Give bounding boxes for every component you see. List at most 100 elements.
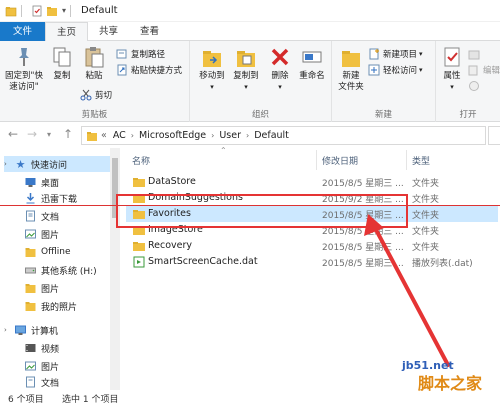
- rename-icon: [302, 51, 322, 63]
- nav-item-quick-access[interactable]: › ★ 快速访问: [4, 156, 114, 172]
- open-icon: [468, 50, 480, 60]
- tab-view[interactable]: 查看: [129, 22, 170, 41]
- open-group-label: 打开: [459, 110, 477, 120]
- nav-item-other-system-h[interactable]: 其他系统 (H:): [24, 262, 120, 278]
- chevron-down-icon: ▾: [210, 83, 214, 91]
- column-header-name[interactable]: 名称: [132, 154, 150, 167]
- address-bar[interactable]: « AC › MicrosoftEdge › User › Default: [81, 126, 486, 145]
- nav-item-label: Offline: [41, 247, 71, 257]
- pictures-icon: [25, 229, 36, 239]
- new-item-icon: [369, 48, 379, 60]
- nav-item-my-photos[interactable]: 我的照片: [24, 298, 120, 314]
- nav-item-label: 迅雷下载: [41, 194, 78, 205]
- nav-item-label: 计算机: [31, 326, 59, 337]
- nav-item-computer-documents[interactable]: 文档: [24, 374, 120, 390]
- cut-label: 剪切: [95, 91, 113, 101]
- tab-share[interactable]: 共享: [88, 22, 129, 41]
- breadcrumb-user[interactable]: User: [219, 130, 241, 141]
- tab-home[interactable]: 主页: [45, 22, 89, 42]
- file-type: 文件夹: [412, 195, 440, 205]
- nav-item-offline[interactable]: Offline: [24, 244, 120, 260]
- selected-count: 选中 1 个项目: [62, 395, 119, 405]
- star-icon: ★: [15, 157, 26, 171]
- breadcrumb-microsoftedge[interactable]: MicrosoftEdge: [139, 130, 206, 141]
- up-arrow-icon[interactable]: ↑: [63, 127, 73, 141]
- new-folder-label-2: 文件夹: [338, 82, 364, 92]
- search-box[interactable]: [488, 126, 500, 145]
- expand-arrow-icon[interactable]: ›: [4, 160, 14, 168]
- folder-icon: [25, 248, 36, 257]
- qat-dropdown-icon[interactable]: ▾: [62, 6, 66, 15]
- properties-button[interactable]: 属性 ▾: [438, 45, 466, 93]
- nav-item-pictures-folder[interactable]: 图片: [24, 280, 120, 296]
- sort-caret-icon: ⌃: [220, 146, 227, 155]
- file-date: 2015/8/5 星期三 ...: [322, 179, 404, 189]
- paste-shortcut-button[interactable]: 粘贴快捷方式: [116, 63, 182, 77]
- copy-button[interactable]: 复制: [48, 45, 76, 82]
- document-icon: [26, 376, 35, 388]
- breadcrumb-default[interactable]: Default: [254, 130, 289, 141]
- new-folder-button[interactable]: 新建 文件夹: [336, 45, 366, 93]
- desktop-icon: [25, 178, 36, 187]
- ribbon-tabs: 文件 主页 共享 查看: [0, 22, 500, 42]
- item-count: 6 个项目: [8, 395, 44, 405]
- nav-item-xunlei-download[interactable]: 迅雷下载 📌: [24, 190, 120, 206]
- organize-group: 移动到 ▾ 复制到 ▾ 删除 ▾ 重命名 组织: [190, 41, 332, 122]
- chevron-down-icon: ▾: [419, 50, 423, 58]
- file-type: 文件夹: [412, 179, 440, 189]
- table-row[interactable]: Recovery 2015/8/5 星期三 ... 文件夹: [126, 238, 498, 254]
- properties-icon: [444, 47, 460, 67]
- column-header-date[interactable]: 修改日期: [322, 154, 358, 167]
- column-divider[interactable]: [406, 150, 407, 170]
- cut-button[interactable]: 剪切: [80, 88, 112, 102]
- dat-file-icon: [133, 256, 145, 268]
- expand-arrow-icon[interactable]: ›: [4, 326, 14, 334]
- nav-item-videos[interactable]: 视频: [24, 340, 120, 356]
- breadcrumb-ac[interactable]: AC: [113, 130, 126, 141]
- ribbon: 固定到"快 速访问" 复制 粘贴 复制路径 粘贴快捷方式 剪切 剪贴板 移动到: [0, 41, 500, 122]
- rename-label: 重命名: [299, 71, 325, 81]
- new-item-button[interactable]: 新建项目 ▾: [368, 47, 423, 61]
- table-row[interactable]: DataStore 2015/8/5 星期三 ... 文件夹: [126, 174, 498, 190]
- nav-item-computer-pictures[interactable]: 图片: [24, 358, 120, 374]
- chevron-right-icon[interactable]: ›: [211, 131, 214, 140]
- nav-item-pictures[interactable]: 图片 📌: [24, 226, 120, 242]
- recent-locations-icon[interactable]: ▾: [47, 130, 51, 139]
- chevron-right-icon[interactable]: ›: [131, 131, 134, 140]
- delete-label: 删除: [271, 71, 289, 81]
- easy-access-icon: [368, 64, 380, 76]
- open-group: 属性 ▾ 编辑 打开: [436, 41, 500, 122]
- column-divider[interactable]: [316, 150, 317, 170]
- move-to-icon: [203, 51, 221, 67]
- open-button[interactable]: [468, 47, 483, 61]
- history-button[interactable]: [468, 79, 483, 93]
- breadcrumb-overflow[interactable]: «: [101, 130, 107, 141]
- paste-button[interactable]: 粘贴: [80, 45, 108, 82]
- copy-to-button[interactable]: 复制到 ▾: [230, 45, 262, 93]
- nav-scrollbar[interactable]: [110, 148, 120, 390]
- tab-file[interactable]: 文件: [0, 22, 46, 41]
- table-row[interactable]: SmartScreenCache.dat 2015/8/5 星期三 ... 播放…: [126, 254, 498, 270]
- column-header-type[interactable]: 类型: [412, 154, 430, 167]
- properties-icon[interactable]: [31, 5, 43, 17]
- easy-access-button[interactable]: 轻松访问 ▾: [368, 63, 423, 77]
- rename-button[interactable]: 重命名: [296, 45, 328, 82]
- delete-button[interactable]: 删除 ▾: [266, 45, 294, 93]
- nav-item-desktop[interactable]: 桌面 📌: [24, 174, 120, 190]
- annotation-box: [116, 194, 408, 228]
- back-arrow-icon[interactable]: ←: [8, 127, 18, 141]
- pin-label-1: 固定到"快: [5, 71, 43, 81]
- nav-item-computer[interactable]: › 计算机: [4, 322, 114, 338]
- nav-item-documents[interactable]: 文档 📌: [24, 208, 120, 224]
- pin-quick-access-button[interactable]: 固定到"快 速访问": [4, 45, 44, 93]
- chevron-down-icon: ▾: [244, 83, 248, 91]
- new-folder-icon[interactable]: [46, 5, 58, 17]
- chevron-right-icon[interactable]: ›: [246, 131, 249, 140]
- edit-button[interactable]: 编辑: [468, 63, 500, 77]
- title-bar: ▾ Default: [0, 0, 500, 22]
- move-to-button[interactable]: 移动到 ▾: [196, 45, 228, 93]
- file-list: ⌃ 名称 修改日期 类型 DataStore 2015/8/5 星期三 ... …: [120, 146, 500, 390]
- copy-path-button[interactable]: 复制路径: [116, 47, 165, 61]
- forward-arrow-icon[interactable]: →: [27, 127, 37, 141]
- easy-access-label: 轻松访问: [383, 66, 418, 76]
